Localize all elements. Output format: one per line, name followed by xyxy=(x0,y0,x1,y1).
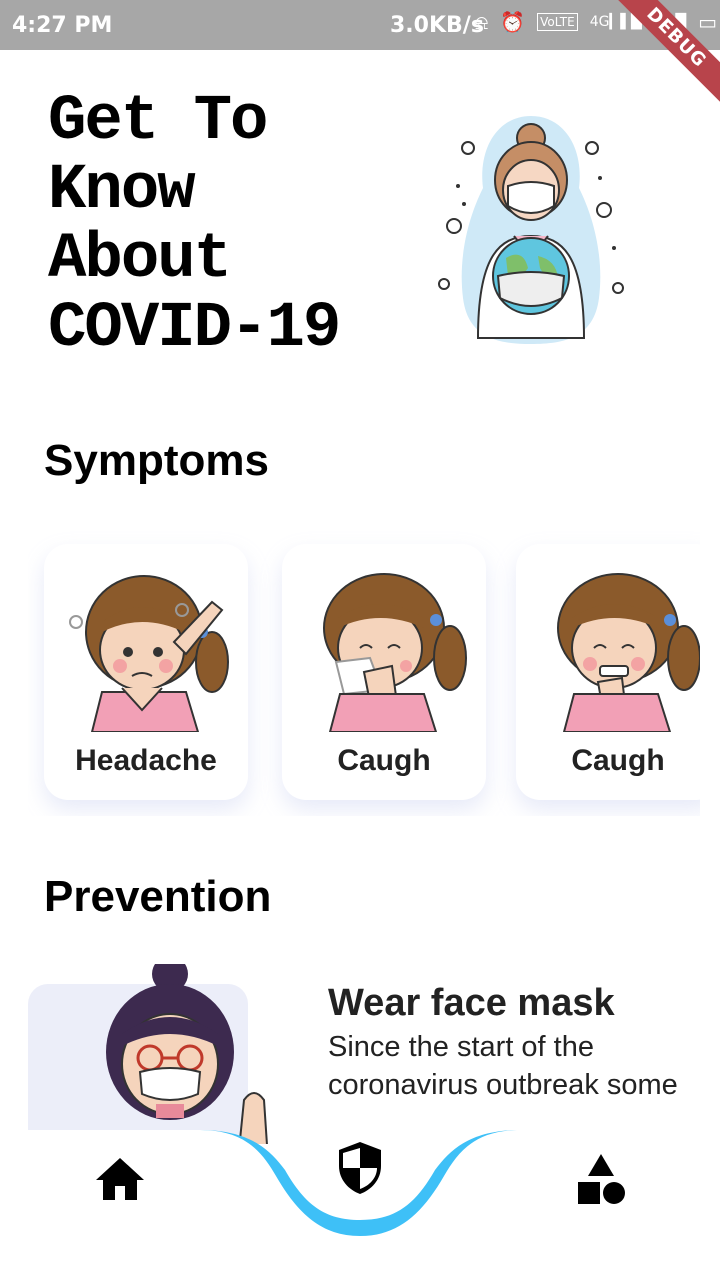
symptom-label: Headache xyxy=(75,744,217,777)
symptoms-list[interactable]: Headache Caugh Caugh xyxy=(28,530,700,816)
bottom-navigation xyxy=(0,1120,720,1280)
prevention-title: Prevention xyxy=(44,872,272,921)
home-icon xyxy=(96,1158,144,1200)
prevention-description: Since the start of the coronavirus outbr… xyxy=(328,1031,678,1101)
nav-home-button[interactable] xyxy=(92,1154,148,1204)
doctor-globe-illustration xyxy=(438,116,624,344)
nav-prevention-button[interactable] xyxy=(313,1120,407,1214)
symptoms-title: Symptoms xyxy=(44,436,269,485)
prevention-card[interactable]: Wear face mask Since the start of the co… xyxy=(28,964,700,1144)
status-network-speed: 3.0KB/s xyxy=(390,13,484,38)
battery-charging-icon: ▭ xyxy=(698,10,718,34)
title-line: COVID-19 xyxy=(48,293,341,365)
girl-sneezing-illustration xyxy=(323,573,467,732)
girl-mask-illustration xyxy=(106,964,268,1144)
volte-icon: VoLTE xyxy=(537,13,578,31)
title-line: About xyxy=(48,224,232,296)
nav-shapes-button[interactable] xyxy=(574,1154,630,1210)
title-line: Know xyxy=(48,155,196,227)
status-time: 4:27 PM xyxy=(12,13,113,38)
shapes-icon xyxy=(578,1154,625,1204)
status-bar: 4:27 PM 3.0KB/s ⍾ ⏰ VoLTE 4G▎▌█ ▎▌█ ▭ xyxy=(0,0,720,50)
title-line: Get To xyxy=(48,86,268,158)
symptom-label: Caugh xyxy=(337,744,431,777)
page-title: Get To Know About COVID-19 xyxy=(48,86,341,365)
symptom-label: Caugh xyxy=(571,744,665,777)
bell-off-icon: ⍾ xyxy=(475,10,489,34)
prevention-heading: Wear face mask xyxy=(328,982,615,1024)
symptom-card-caugh[interactable]: Caugh xyxy=(516,544,700,800)
symptom-card-headache[interactable]: Headache xyxy=(44,544,248,800)
girl-coughing-illustration xyxy=(557,573,700,732)
girl-headache-illustration xyxy=(69,575,229,732)
shield-icon xyxy=(339,1142,381,1194)
alarm-icon: ⏰ xyxy=(500,10,526,34)
symptom-card-caugh[interactable]: Caugh xyxy=(282,544,486,800)
